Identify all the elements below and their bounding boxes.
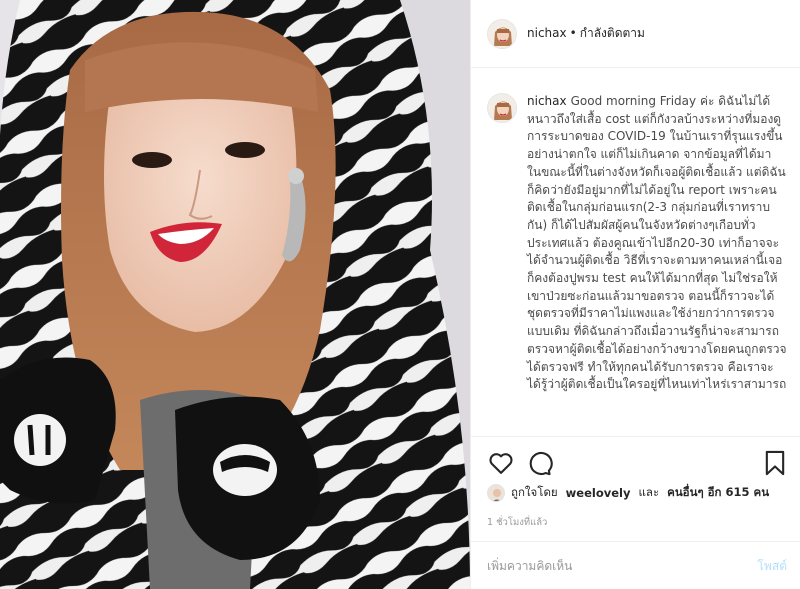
liker-avatar[interactable] [487, 484, 505, 502]
other-likers-link[interactable]: คนอื่นๆ อีก 615 คน [667, 484, 769, 502]
post-image [0, 0, 470, 589]
author-username-link[interactable]: nichax [527, 26, 567, 40]
post-photo[interactable] [0, 0, 470, 589]
caption-text: nichax Good morning Friday ค่ะ ดิฉันไม่ได… [527, 93, 787, 394]
liker-username-link[interactable]: weelovely [566, 486, 631, 500]
action-bar [471, 436, 800, 486]
caption-avatar-image [488, 94, 516, 122]
header-separator: • [569, 26, 577, 40]
likes-summary: ถูกใจโดย weelovely และ คนอื่นๆ อีก 615 ค… [487, 484, 769, 502]
caption-author-avatar[interactable] [487, 93, 517, 123]
following-button[interactable]: กำลังติดตาม [580, 26, 645, 40]
comment-box: โพสต์ [471, 541, 800, 589]
post-timestamp[interactable]: 1 ชั่วโมงที่แล้ว [487, 515, 547, 530]
post-header: nichax • กำลังติดตาม [471, 0, 800, 68]
post-comment-button[interactable]: โพสต์ [758, 557, 787, 576]
likes-conjunction: และ [638, 485, 660, 499]
speech-bubble-icon[interactable] [525, 449, 553, 477]
comment-input[interactable] [487, 556, 717, 576]
heart-icon[interactable] [487, 449, 515, 477]
author-avatar-image [488, 19, 516, 48]
caption-row: nichax Good morning Friday ค่ะ ดิฉันไม่ได… [487, 93, 787, 394]
header-text: nichax • กำลังติดตาม [527, 24, 645, 43]
post-side-panel: nichax • กำลังติดตาม nichax Good morning Fr… [470, 0, 800, 589]
liked-by-label: ถูกใจโดย [511, 485, 558, 499]
caption-body: Good morning Friday ค่ะ ดิฉันไม่ได้หนาวถ… [527, 94, 787, 392]
bookmark-icon[interactable] [761, 449, 789, 477]
author-avatar[interactable] [487, 18, 517, 49]
liker-avatar-image [488, 485, 504, 501]
caption-username-link[interactable]: nichax [527, 94, 567, 108]
caption-area: nichax Good morning Friday ค่ะ ดิฉันไม่ได… [471, 69, 800, 436]
